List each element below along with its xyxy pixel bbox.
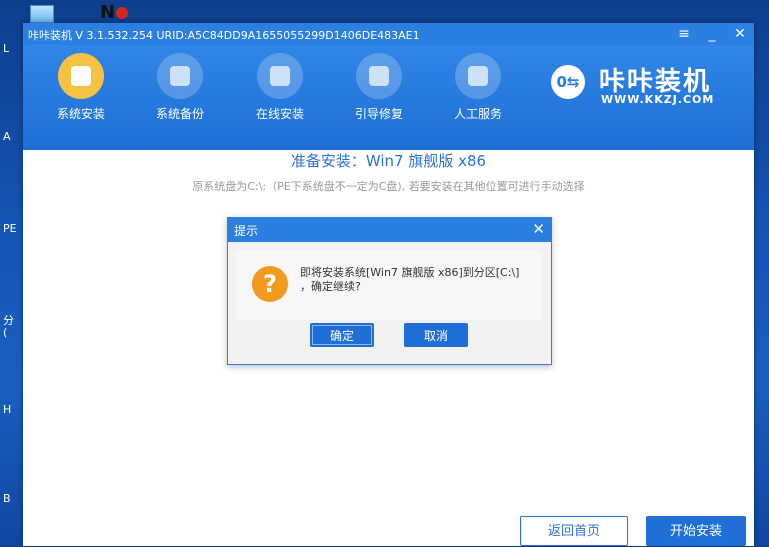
confirm-dialog: 提示 ✕ ? 即将安装系统[Win7 旗舰版 x86]到分区[C:\] ，确定继… bbox=[227, 217, 552, 365]
logo-url: WWW.KKZJ.COM bbox=[601, 93, 715, 106]
dialog-body: ? 即将安装系统[Win7 旗舰版 x86]到分区[C:\] ，确定继续? bbox=[236, 250, 541, 320]
dialog-title-bar[interactable]: 提示 ✕ bbox=[228, 218, 551, 242]
dialog-message: 即将安装系统[Win7 旗舰版 x86]到分区[C:\] ，确定继续? bbox=[300, 266, 530, 294]
install-title: 准备安装：Win7 旗舰版 x86 bbox=[290, 152, 487, 170]
tab-system-install[interactable]: 系统安装 bbox=[46, 53, 116, 145]
tab-label: 系统安装 bbox=[56, 107, 105, 121]
window-title: 咔咔装机 V 3.1.532.254 URID:A5C84DD9A1655055… bbox=[28, 29, 420, 42]
desktop-label: ( bbox=[3, 326, 8, 339]
dialog-message-line: 即将安装系统[Win7 旗舰版 x86]到分区[C:\] bbox=[300, 266, 520, 279]
cancel-button[interactable]: 取消 bbox=[404, 323, 468, 347]
desktop-label: L bbox=[3, 42, 10, 55]
tab-system-backup[interactable]: 系统备份 bbox=[145, 53, 215, 145]
logo-icon: 0⇆ bbox=[551, 65, 585, 99]
backup-icon bbox=[157, 53, 203, 99]
desktop-label: B bbox=[3, 492, 11, 505]
system-install-icon bbox=[58, 53, 104, 99]
tab-boot-repair[interactable]: 引导修复 bbox=[344, 53, 414, 145]
desktop-folder-icon[interactable] bbox=[30, 5, 54, 23]
start-install-button[interactable]: 开始安装 bbox=[646, 516, 746, 546]
title-bar[interactable]: 咔咔装机 V 3.1.532.254 URID:A5C84DD9A1655055… bbox=[23, 23, 754, 45]
back-home-button[interactable]: 返回首页 bbox=[520, 516, 628, 546]
dialog-message-line: ，确定继续? bbox=[300, 280, 361, 293]
ok-button[interactable]: 确定 bbox=[310, 323, 374, 347]
desktop-label: H bbox=[3, 403, 12, 416]
tab-label: 人工服务 bbox=[453, 107, 502, 121]
tab-online-install[interactable]: 在线安装 bbox=[245, 53, 315, 145]
minimize-button[interactable]: _ bbox=[701, 25, 723, 43]
app-header: 系统安装 系统备份 在线安装 引导修复 人工服务 0⇆ 咔咔装机 WWW.KKZ… bbox=[23, 45, 754, 150]
dialog-title: 提示 bbox=[234, 224, 259, 238]
download-icon bbox=[257, 53, 303, 99]
close-icon[interactable]: ✕ bbox=[532, 220, 545, 238]
menu-icon[interactable]: ≡ bbox=[673, 25, 695, 43]
brand-logo: 0⇆ 咔咔装机 WWW.KKZJ.COM bbox=[551, 61, 741, 109]
desktop-label: PE bbox=[3, 222, 17, 235]
install-note: 原系统盘为C:\:（PE下系统盘不一定为C盘), 若要安装在其他位置可进行手动选… bbox=[192, 180, 585, 193]
tab-label: 在线安装 bbox=[255, 107, 304, 121]
close-button[interactable]: ✕ bbox=[729, 25, 751, 43]
tab-human-service[interactable]: 人工服务 bbox=[443, 53, 513, 145]
desktop-label: A bbox=[3, 130, 11, 143]
toolbox-icon bbox=[356, 53, 402, 99]
chat-icon bbox=[455, 53, 501, 99]
tab-label: 系统备份 bbox=[155, 107, 204, 121]
tab-label: 引导修复 bbox=[354, 107, 403, 121]
question-icon: ? bbox=[252, 266, 288, 302]
red-badge-icon bbox=[116, 7, 128, 19]
